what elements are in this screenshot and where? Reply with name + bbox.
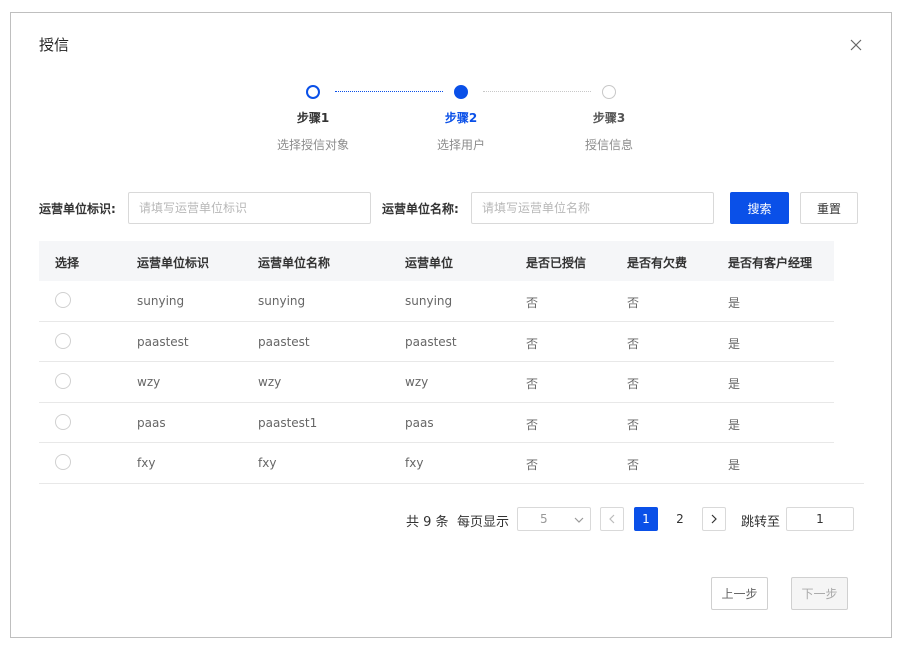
cell-unit-name: sunying: [258, 294, 306, 308]
table-row[interactable]: paas paastest1 paas 否 否 是: [39, 403, 834, 444]
col-unit: 运营单位: [405, 256, 454, 270]
row-radio[interactable]: [55, 332, 71, 349]
table-bottom-divider: [39, 483, 864, 484]
table-row[interactable]: fxy fxy fxy 否 否 是: [39, 443, 834, 484]
step-2-desc: 选择用户: [436, 138, 485, 152]
page-size-value: 5: [540, 512, 548, 526]
prev-page-button[interactable]: [600, 507, 624, 531]
pagination-total: 共 9 条: [406, 515, 449, 530]
row-radio[interactable]: [55, 413, 71, 430]
cell-arrears: 否: [627, 296, 640, 310]
cell-unit-id: fxy: [137, 456, 156, 471]
unit-id-input[interactable]: [128, 192, 371, 224]
search-button[interactable]: 搜索: [730, 192, 789, 224]
table-row[interactable]: wzy wzy wzy 否 否 是: [39, 362, 834, 403]
step-3-desc: 授信信息: [584, 138, 633, 152]
cell-unit-name: paastest: [258, 334, 310, 349]
cell-arrears: 否: [627, 458, 640, 473]
search-form: 运营单位标识: 运营单位名称: 搜索 重置: [39, 192, 869, 224]
cell-credited: 否: [526, 458, 539, 473]
credit-dialog: 授信 步骤1 选择授信对象 步骤2 选择用户 步骤3 授信信息 运营单位标识: …: [10, 12, 892, 638]
cell-credited: 否: [526, 377, 539, 392]
next-page-button[interactable]: [702, 507, 726, 531]
col-select: 选择: [55, 256, 80, 270]
col-unit-id: 运营单位标识: [137, 256, 210, 270]
cell-credited: 否: [526, 417, 539, 432]
step-1-dot-icon: [306, 85, 320, 99]
cell-arrears: 否: [627, 336, 640, 351]
unit-name-input[interactable]: [471, 192, 714, 224]
cell-credited: 否: [526, 336, 539, 351]
cell-unit-id: paastest: [137, 334, 189, 349]
cell-unit: fxy: [405, 456, 424, 471]
step-3-title: 步骤3: [592, 111, 626, 125]
cell-manager: 是: [728, 296, 741, 310]
cell-manager: 是: [728, 417, 741, 432]
cell-unit-name: wzy: [258, 375, 282, 390]
cell-unit: paas: [405, 415, 434, 430]
chevron-left-icon: [609, 514, 615, 524]
step-2-title: 步骤2: [444, 111, 478, 125]
cell-unit-id: wzy: [137, 375, 161, 390]
chevron-right-icon: [711, 514, 717, 524]
cell-unit-name: paastest1: [258, 415, 318, 430]
cell-unit: paastest: [405, 334, 457, 349]
col-arrears: 是否有欠费: [627, 256, 688, 270]
step-1-title: 步骤1: [296, 111, 330, 125]
cell-unit-name: fxy: [258, 456, 277, 471]
unit-id-label: 运营单位标识:: [39, 202, 116, 216]
jump-page-input[interactable]: [786, 507, 854, 531]
page-1-button[interactable]: 1: [634, 507, 658, 531]
page-2-button[interactable]: 2: [668, 507, 692, 531]
cell-unit: wzy: [405, 375, 429, 390]
col-credited: 是否已授信: [526, 256, 587, 270]
cell-unit-id: sunying: [137, 294, 185, 308]
cell-credited: 否: [526, 296, 539, 310]
cell-manager: 是: [728, 377, 741, 392]
col-unit-name: 运营单位名称: [258, 256, 331, 270]
next-step-button[interactable]: 下一步: [791, 577, 848, 610]
cell-manager: 是: [728, 336, 741, 351]
cell-arrears: 否: [627, 417, 640, 432]
page-size-select[interactable]: 5: [517, 507, 591, 531]
col-manager: 是否有客户经理: [728, 256, 813, 270]
step-3: 步骤3 授信信息: [549, 85, 669, 153]
steps-indicator: 步骤1 选择授信对象 步骤2 选择用户 步骤3 授信信息: [251, 85, 651, 165]
step-1: 步骤1 选择授信对象: [253, 85, 373, 153]
page-size-label: 每页显示: [457, 515, 510, 530]
table-header: 选择 运营单位标识 运营单位名称 运营单位 是否已授信 是否有欠费 是否有客户经…: [39, 241, 834, 281]
unit-name-label: 运营单位名称:: [382, 202, 459, 216]
jump-label: 跳转至: [741, 515, 781, 530]
prev-step-button[interactable]: 上一步: [711, 577, 768, 610]
step-2: 步骤2 选择用户: [401, 85, 521, 153]
step-2-dot-icon: [454, 85, 468, 99]
step-1-desc: 选择授信对象: [276, 138, 349, 152]
table-row[interactable]: sunying sunying sunying 否 否 是: [39, 281, 834, 322]
dialog-title: 授信: [39, 36, 70, 54]
cell-arrears: 否: [627, 377, 640, 392]
row-radio[interactable]: [55, 373, 71, 390]
reset-button[interactable]: 重置: [800, 192, 858, 224]
row-radio[interactable]: [55, 454, 71, 471]
table-row[interactable]: paastest paastest paastest 否 否 是: [39, 322, 834, 363]
cell-unit: sunying: [405, 294, 453, 308]
users-table: 选择 运营单位标识 运营单位名称 运营单位 是否已授信 是否有欠费 是否有客户经…: [39, 241, 834, 484]
close-icon[interactable]: [849, 38, 863, 52]
row-radio[interactable]: [55, 292, 71, 308]
step-3-dot-icon: [602, 85, 616, 99]
cell-manager: 是: [728, 458, 741, 473]
chevron-down-icon: [574, 514, 584, 528]
cell-unit-id: paas: [137, 415, 166, 430]
